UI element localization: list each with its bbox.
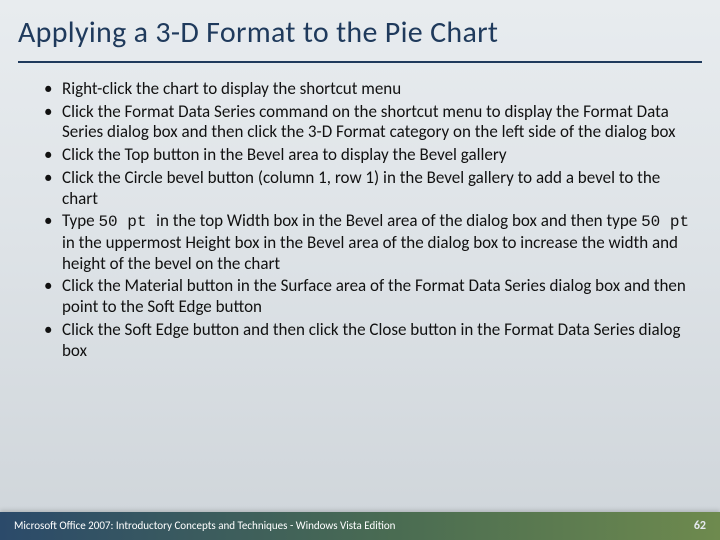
bullet-text: Right-click the chart to display the sho…	[62, 78, 401, 99]
bullet-text: Click the Soft Edge button and then clic…	[62, 319, 680, 361]
bullet-text: Click the Top button in the Bevel area t…	[62, 144, 507, 165]
bullet-text: Click the Circle bevel button (column 1,…	[62, 167, 660, 209]
bullet-text: Type	[62, 210, 98, 231]
footer-text: Microsoft Office 2007: Introductory Conc…	[14, 512, 395, 540]
list-item: Click the Soft Edge button and then clic…	[44, 320, 690, 361]
list-item: Type 50 pt in the top Width box in the B…	[44, 211, 690, 274]
list-item: Right-click the chart to display the sho…	[44, 79, 690, 100]
slide-body: Right-click the chart to display the sho…	[0, 79, 720, 361]
slide-title: Applying a 3-D Format to the Pie Chart	[18, 14, 702, 63]
bullet-text: Click the Material button in the Surface…	[62, 275, 686, 317]
list-item: Click the Format Data Series command on …	[44, 102, 690, 143]
bullet-text: in the top Width box in the Bevel area o…	[156, 210, 641, 231]
page-number: 62	[684, 512, 706, 540]
bullet-text: in the uppermost Height box in the Bevel…	[62, 232, 678, 274]
slide-footer: Microsoft Office 2007: Introductory Conc…	[0, 512, 720, 540]
list-item: Click the Material button in the Surface…	[44, 276, 690, 317]
list-item: Click the Top button in the Bevel area t…	[44, 145, 690, 166]
bullet-list: Right-click the chart to display the sho…	[30, 79, 690, 361]
code-literal: 50 pt	[98, 213, 156, 231]
code-literal: 50 pt	[641, 213, 689, 231]
list-item: Click the Circle bevel button (column 1,…	[44, 168, 690, 209]
bullet-text: Click the Format Data Series command on …	[62, 101, 676, 143]
